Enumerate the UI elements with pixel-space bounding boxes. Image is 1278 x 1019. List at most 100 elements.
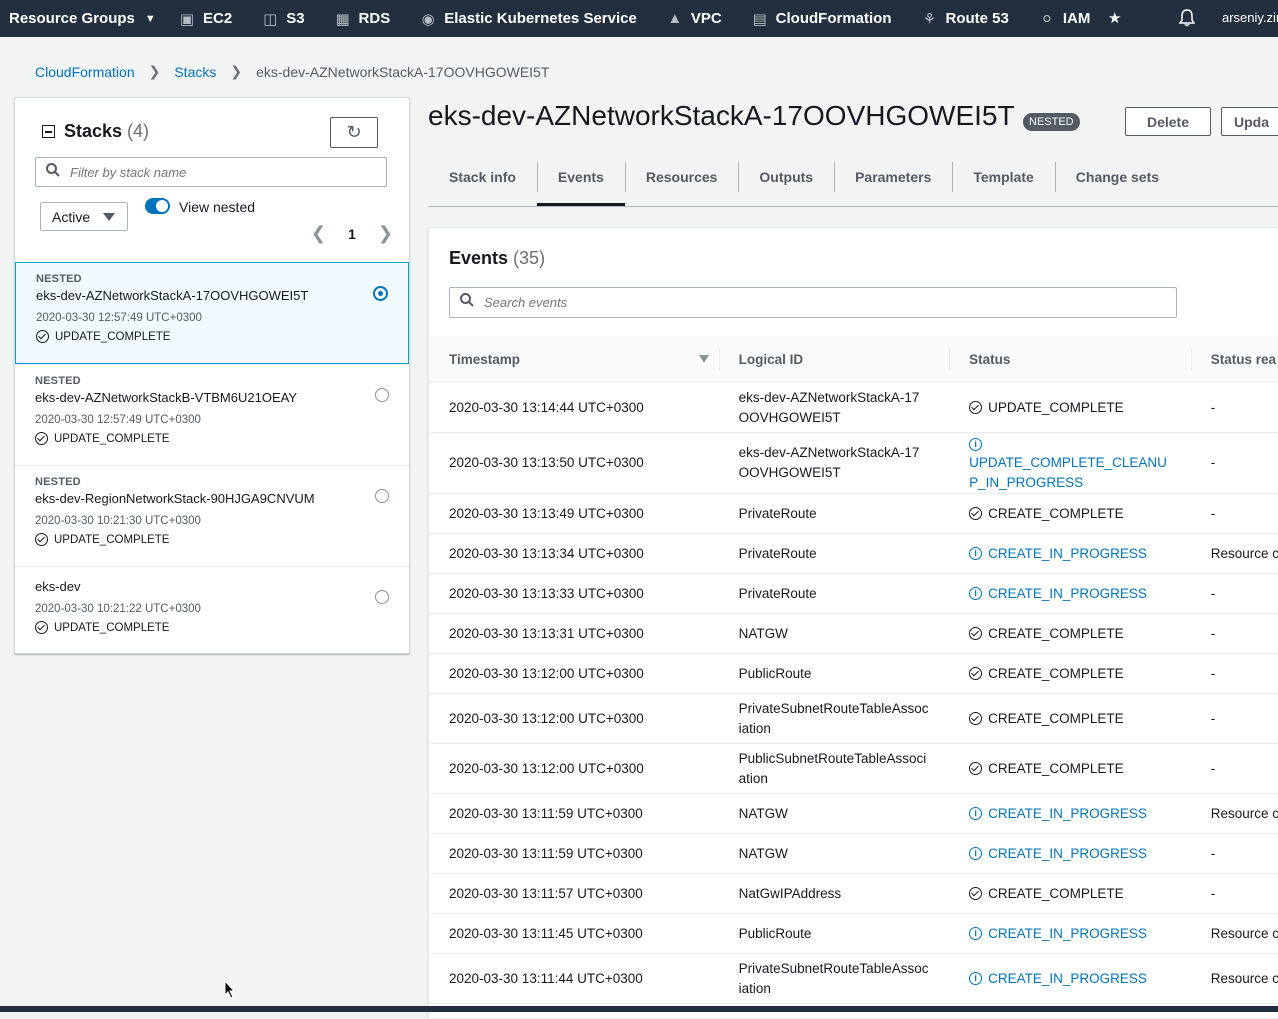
events-search-input[interactable] — [482, 294, 1086, 311]
rds-icon: ▦ — [335, 10, 350, 28]
stack-tabs: Stack info Events Resources Outputs Para… — [428, 160, 1278, 207]
stack-status-text: UPDATE_COMPLETE — [55, 330, 171, 343]
cell-logical-id: eks-dev-AZNetworkStackA-17OOVHGOWEI5T — [718, 432, 950, 494]
status-text: CREATE_COMPLETE — [988, 625, 1124, 641]
stack-list: NESTED eks-dev-AZNetworkStackA-17OOVHGOW… — [15, 262, 409, 652]
cell-timestamp: 2020-03-30 13:14:44 UTC+0300 — [429, 382, 719, 433]
stack-list-item[interactable]: NESTED eks-dev-RegionNetworkStack-90HJGA… — [15, 465, 409, 566]
status-filter-select[interactable]: Active — [40, 202, 128, 231]
prev-page-icon[interactable]: ❮ — [311, 223, 326, 244]
column-header-timestamp[interactable]: Timestamp — [429, 336, 719, 383]
table-row: 2020-03-30 13:11:57 UTC+0300 NatGwIPAddre… — [429, 873, 1278, 914]
nav-service-cloudformation[interactable]: ▤ CloudFormation — [752, 10, 892, 28]
stack-status: UPDATE_COMPLETE — [35, 621, 389, 634]
status-text: CREATE_IN_PROGRESS — [988, 805, 1147, 821]
tab-parameters[interactable]: Parameters — [834, 160, 952, 205]
tab-change-sets[interactable]: Change sets — [1054, 160, 1180, 205]
pin-icon[interactable]: ★ — [1108, 9, 1121, 27]
events-panel: Events (35) Timestamp Logical ID Status … — [428, 227, 1278, 1019]
stacks-panel: Stacks (4) ↻ Active View nested ❮ 1 ❯ NE… — [14, 97, 410, 654]
page-number[interactable]: 1 — [348, 226, 356, 242]
nav-service-label: Route 53 — [945, 10, 1009, 27]
events-search[interactable] — [449, 287, 1177, 318]
breadcrumb-cloudformation[interactable]: CloudFormation — [35, 64, 135, 80]
stack-radio[interactable] — [375, 489, 389, 503]
refresh-button[interactable]: ↻ — [330, 117, 378, 148]
stack-name: eks-dev-RegionNetworkStack-90HJGA9CNVUM — [35, 491, 315, 506]
nav-service-rds[interactable]: ▦ RDS — [335, 10, 390, 28]
cell-logical-id: PublicSubnetRouteTableAssociation — [718, 743, 950, 794]
resource-groups-label: Resource Groups — [9, 10, 135, 27]
search-icon — [460, 293, 474, 312]
tab-events[interactable]: Events — [536, 160, 625, 206]
cell-timestamp: 2020-03-30 13:12:00 UTC+0300 — [429, 653, 719, 694]
info-circle-icon: i — [969, 587, 983, 600]
update-button[interactable]: Upda — [1221, 107, 1278, 136]
user-menu[interactable]: arseniy.zin — [1222, 10, 1278, 25]
nav-service-vpc[interactable]: ▲ VPC — [667, 9, 721, 28]
view-nested-toggle[interactable] — [145, 198, 170, 214]
stack-filter-input[interactable] — [68, 163, 372, 181]
nav-service-iam[interactable]: ⚪ IAM — [1039, 10, 1091, 28]
cell-status-reason: Resource c — [1190, 953, 1278, 1004]
status-text: CREATE_IN_PROGRESS — [988, 925, 1147, 941]
cell-logical-id: NATGW — [718, 793, 950, 834]
resource-groups-menu[interactable]: Resource Groups ▼ — [0, 10, 179, 27]
stack-list-item[interactable]: eks-dev 2020-03-30 10:21:22 UTC+0300 UPD… — [15, 566, 409, 652]
tab-resources[interactable]: Resources — [624, 160, 739, 205]
tab-stack-info[interactable]: Stack info — [428, 160, 537, 205]
view-nested-label: View nested — [179, 199, 256, 215]
collapse-icon[interactable] — [42, 125, 55, 138]
cell-logical-id: PrivateSubnetRouteTableAssociation — [718, 953, 950, 1004]
events-title: Events (35) — [449, 248, 545, 269]
bell-icon[interactable] — [1178, 9, 1196, 31]
ec2-icon: ▣ — [179, 10, 195, 28]
status-indicator: CREATE_COMPLETE — [969, 759, 1171, 779]
sort-desc-icon — [698, 355, 709, 363]
tab-template[interactable]: Template — [952, 160, 1054, 205]
stack-filter[interactable] — [35, 157, 387, 187]
stack-radio[interactable] — [375, 590, 389, 604]
stack-name: eks-dev-AZNetworkStackA-17OOVHGOWEI5T — [36, 288, 309, 303]
cell-status-reason: - — [1190, 613, 1278, 654]
cell-logical-id: PublicRoute — [718, 913, 950, 954]
status-indicator: CREATE_COMPLETE — [969, 884, 1171, 904]
cell-status: i CREATE_IN_PROGRESS — [949, 913, 1191, 954]
cell-timestamp: 2020-03-30 13:11:59 UTC+0300 — [429, 833, 719, 874]
check-circle-icon — [969, 627, 983, 640]
next-page-icon[interactable]: ❯ — [378, 223, 393, 244]
cell-timestamp: 2020-03-30 13:13:50 UTC+0300 — [429, 432, 719, 494]
stack-radio[interactable] — [373, 286, 388, 301]
stack-radio[interactable] — [375, 388, 389, 402]
tab-outputs[interactable]: Outputs — [738, 160, 834, 205]
stack-list-item[interactable]: NESTED eks-dev-AZNetworkStackB-VTBM6U21O… — [15, 364, 409, 465]
breadcrumb-stacks[interactable]: Stacks — [174, 64, 216, 80]
column-header-status[interactable]: Status — [949, 336, 1191, 383]
check-circle-icon — [969, 507, 983, 520]
column-header-label: Logical ID — [738, 351, 804, 367]
column-header-logical-id[interactable]: Logical ID — [718, 336, 950, 383]
table-row: 2020-03-30 13:13:50 UTC+0300 eks-dev-AZNe… — [429, 432, 1278, 494]
status-filter-value: Active — [52, 208, 91, 225]
delete-button[interactable]: Delete — [1125, 107, 1211, 136]
stack-name: eks-dev-AZNetworkStackB-VTBM6U21OEAY — [35, 390, 297, 405]
nav-service-label: S3 — [286, 10, 305, 27]
status-indicator: CREATE_COMPLETE — [969, 709, 1171, 729]
nav-service-route53[interactable]: ⚘ Route 53 — [922, 10, 1009, 28]
cell-status-reason: - — [1190, 432, 1278, 494]
status-text: CREATE_IN_PROGRESS — [988, 845, 1147, 861]
stack-list-item[interactable]: NESTED eks-dev-AZNetworkStackA-17OOVHGOW… — [15, 262, 409, 364]
nav-service-eks[interactable]: ◉ Elastic Kubernetes Service — [420, 10, 637, 28]
column-header-status-reason[interactable]: Status rea — [1190, 336, 1278, 383]
info-circle-icon: i — [969, 547, 983, 560]
vpc-icon: ▲ — [667, 9, 683, 27]
check-circle-icon — [35, 432, 48, 445]
nav-service-ec2[interactable]: ▣ EC2 — [179, 10, 232, 28]
table-row: 2020-03-30 13:11:59 UTC+0300 NATGW i CREATE… — [429, 793, 1278, 834]
cell-logical-id: PrivateRoute — [718, 573, 950, 614]
nav-service-s3[interactable]: ◫ S3 — [262, 10, 304, 28]
breadcrumb: CloudFormation ❯ Stacks ❯ eks-dev-AZNetw… — [35, 63, 549, 80]
stacks-count: (4) — [127, 121, 150, 141]
iam-icon: ⚪ — [1040, 10, 1054, 28]
refresh-icon: ↻ — [346, 122, 362, 142]
